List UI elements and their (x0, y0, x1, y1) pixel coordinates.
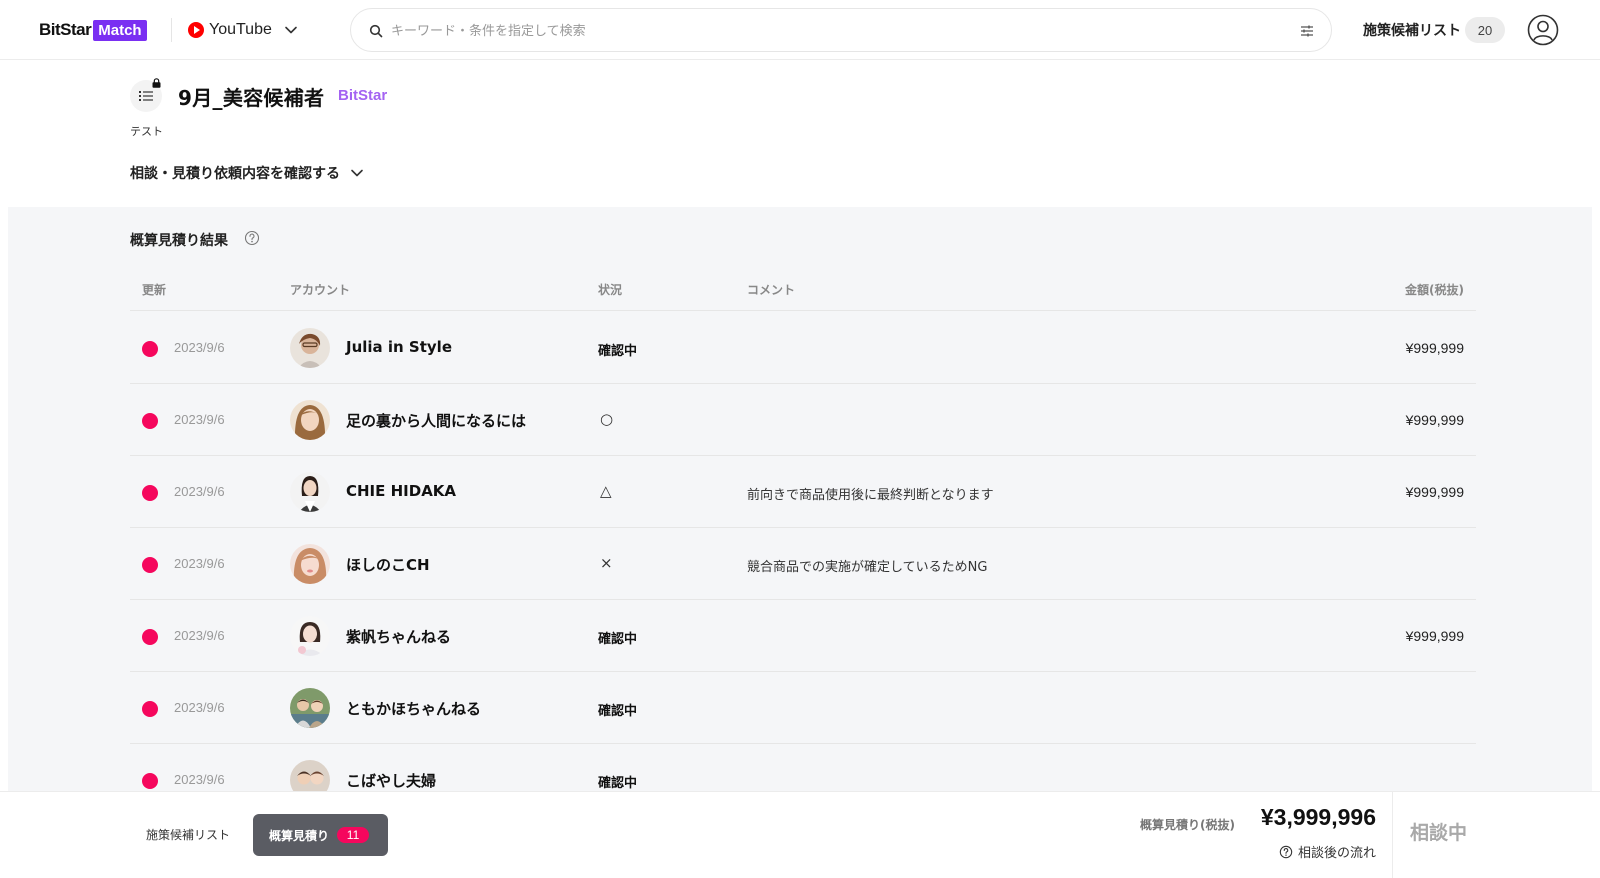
avatar (290, 688, 330, 728)
consult-status-button[interactable]: 相談中 (1410, 818, 1467, 845)
results-table-body: 2023/9/6 Julia in Style 確認中 ¥999,999 202… (130, 312, 1476, 791)
lock-icon (152, 78, 161, 88)
help-icon (1279, 845, 1293, 858)
header-divider (171, 18, 172, 42)
user-account-icon[interactable] (1527, 14, 1559, 46)
account-name[interactable]: 紫帆ちゃんねる (346, 626, 451, 647)
avatar (290, 760, 330, 791)
account-name[interactable]: こばやし夫婦 (346, 770, 436, 791)
logo-text: BitStar (39, 20, 92, 39)
unread-dot (142, 773, 158, 789)
candidate-list-button[interactable]: 施策候補リスト 20 (1363, 17, 1505, 43)
chevron-down-icon (351, 169, 363, 177)
platform-selector[interactable]: YouTube (188, 17, 298, 43)
row-date: 2023/9/6 (174, 772, 225, 787)
help-icon[interactable] (244, 230, 260, 246)
estimate-results-panel: 概算見積り結果 更新 アカウント 状況 コメント 金額(税抜) 2023/9/6… (8, 207, 1592, 791)
column-header-account[interactable]: アカウント (290, 281, 350, 298)
results-title: 概算見積り結果 (130, 233, 228, 249)
search-input[interactable] (391, 17, 1271, 45)
row-comment: 前向きで商品使用後に最終判断となります (747, 488, 994, 503)
row-comment: 競合商品での実施が確定しているためNG (747, 560, 988, 575)
table-row[interactable]: 2023/9/6 こばやし夫婦 確認中 (130, 744, 1476, 791)
account-name[interactable]: ともかほちゃんねる (346, 698, 481, 719)
avatar (290, 472, 330, 512)
youtube-icon (188, 22, 204, 38)
row-status-symbol: ○ (600, 410, 614, 428)
candidate-list-label: 施策候補リスト (1363, 23, 1461, 39)
column-header-comment[interactable]: コメント (747, 281, 795, 298)
row-status: 確認中 (598, 704, 638, 719)
consult-toggle-label: 相談・見積り依頼内容を確認する (130, 166, 340, 182)
logo[interactable]: BitStar Match (39, 18, 147, 42)
row-date: 2023/9/6 (174, 340, 225, 355)
unread-dot (142, 701, 158, 717)
unread-dot (142, 485, 158, 501)
avatar (290, 400, 330, 440)
platform-label: YouTube (209, 21, 272, 38)
tab-candidate-list[interactable]: 施策候補リスト (146, 826, 230, 843)
row-amount: ¥999,999 (1405, 628, 1464, 644)
row-date: 2023/9/6 (174, 412, 225, 427)
row-status: 確認中 (598, 776, 638, 791)
consult-flow-label: 相談後の流れ (1297, 846, 1376, 861)
account-name[interactable]: Julia in Style (346, 338, 452, 356)
unread-dot (142, 629, 158, 645)
estimate-count-badge: 11 (337, 827, 370, 843)
column-header-amount[interactable]: 金額(税抜) (1405, 281, 1464, 298)
row-amount: ¥999,999 (1405, 484, 1464, 500)
org-tag: BitStar (338, 87, 388, 104)
avatar (290, 544, 330, 584)
column-header-date[interactable]: 更新 (142, 281, 166, 298)
total-estimate-label: 概算見積り(税抜) (1140, 818, 1235, 832)
row-date: 2023/9/6 (174, 484, 225, 499)
table-row[interactable]: 2023/9/6 ほしのこCH × 競合商品での実施が確定しているためNG (130, 528, 1476, 600)
avatar (290, 616, 330, 656)
unread-dot (142, 557, 158, 573)
row-date: 2023/9/6 (174, 700, 225, 715)
table-row[interactable]: 2023/9/6 Julia in Style 確認中 ¥999,999 (130, 312, 1476, 384)
total-estimate-value: ¥3,999,996 (1260, 804, 1376, 830)
row-status-symbol: × (600, 554, 613, 572)
project-description: テスト (130, 125, 163, 138)
unread-dot (142, 341, 158, 357)
logo-badge: Match (93, 19, 147, 41)
page-title: 9月_美容候補者 (178, 86, 325, 110)
avatar (290, 328, 330, 368)
table-header: 更新 アカウント 状況 コメント 金額(税抜) (130, 269, 1476, 311)
consult-flow-link[interactable]: 相談後の流れ (1279, 842, 1376, 861)
row-date: 2023/9/6 (174, 628, 225, 643)
list-icon (139, 91, 153, 101)
search-icon (369, 24, 383, 38)
filter-settings-icon[interactable] (1299, 23, 1315, 39)
app-header: BitStar Match YouTube 施策候補リスト 20 (0, 0, 1600, 60)
consult-details-toggle[interactable]: 相談・見積り依頼内容を確認する (130, 163, 364, 183)
account-name[interactable]: 足の裏から人間になるには (346, 410, 526, 431)
row-amount: ¥999,999 (1405, 412, 1464, 428)
row-status-symbol: △ (600, 482, 612, 500)
row-status: 確認中 (598, 632, 638, 647)
footer-bar: 施策候補リスト 概算見積り 11 概算見積り(税抜) ¥3,999,996 相談… (0, 791, 1600, 878)
row-status: 確認中 (598, 344, 638, 359)
table-row[interactable]: 2023/9/6 紫帆ちゃんねる 確認中 ¥999,999 (130, 600, 1476, 672)
account-name[interactable]: ほしのこCH (346, 554, 430, 575)
unread-dot (142, 413, 158, 429)
table-row[interactable]: 2023/9/6 足の裏から人間になるには ○ ¥999,999 (130, 384, 1476, 456)
chevron-down-icon (285, 26, 297, 34)
footer-divider (1392, 792, 1393, 878)
table-row[interactable]: 2023/9/6 CHIE HIDAKA △ 前向きで商品使用後に最終判断となり… (130, 456, 1476, 528)
row-amount: ¥999,999 (1405, 340, 1464, 356)
candidate-count-badge: 20 (1465, 17, 1505, 43)
tab-estimate[interactable]: 概算見積り 11 (253, 814, 388, 856)
table-row[interactable]: 2023/9/6 ともかほちゃんねる 確認中 (130, 672, 1476, 744)
row-date: 2023/9/6 (174, 556, 225, 571)
search-bar (350, 8, 1332, 52)
tab-estimate-label: 概算見積り (269, 828, 330, 843)
account-name[interactable]: CHIE HIDAKA (346, 482, 456, 500)
column-header-status[interactable]: 状況 (598, 281, 622, 298)
